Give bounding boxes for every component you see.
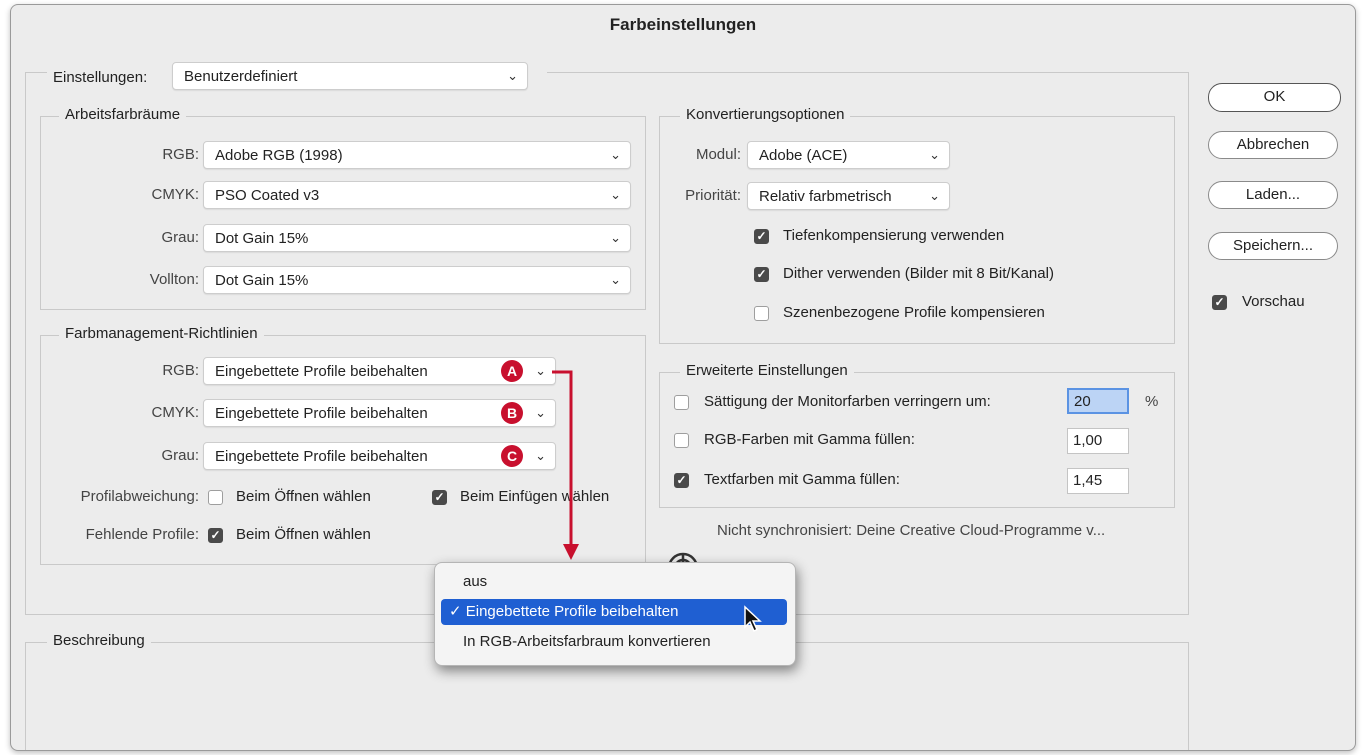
menu-item-off[interactable]: aus: [441, 569, 787, 595]
menu-item-preserve[interactable]: ✓ Eingebettete Profile beibehalten: [441, 599, 787, 625]
mouse-cursor-icon: [744, 605, 762, 633]
menu-item-preserve-label: Eingebettete Profile beibehalten: [465, 603, 679, 620]
menu-item-convert[interactable]: In RGB-Arbeitsfarbraum konvertieren: [441, 629, 787, 655]
check-icon: ✓: [449, 603, 462, 620]
